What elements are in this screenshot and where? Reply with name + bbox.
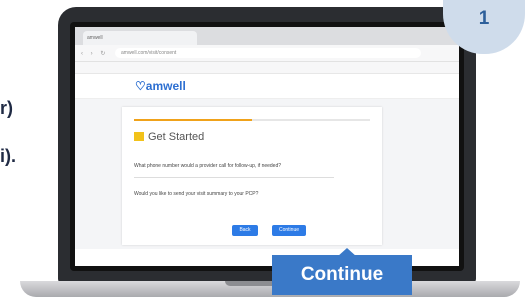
left-cut-text-2: i). <box>0 146 16 166</box>
heart-icon: ♡ <box>135 79 146 93</box>
question-summary: Would you like to send your visit summar… <box>134 191 259 197</box>
step-progress-fill <box>134 119 252 121</box>
phone-field[interactable] <box>134 171 334 178</box>
form-card: Get Started What phone number would a pr… <box>122 107 382 245</box>
site-logo: ♡amwell <box>135 79 186 93</box>
logo-text: amwell <box>145 79 186 93</box>
step-progress <box>122 107 382 121</box>
card-title-text: Get Started <box>148 131 205 143</box>
back-button[interactable]: Back <box>232 225 258 236</box>
continue-button-small[interactable]: Continue <box>272 225 306 236</box>
step-number: 1 <box>478 8 490 29</box>
browser-tab[interactable]: amwell <box>83 31 197 45</box>
continue-callout: Continue <box>272 255 412 295</box>
laptop-screen: amwell ‹ › ↻ amwell.com/visit/consent ♡a… <box>75 27 459 266</box>
folder-icon <box>134 132 144 141</box>
browser-tab-strip: amwell <box>75 27 459 45</box>
left-cut-text-1: r) <box>0 98 13 118</box>
main-content: Get Started What phone number would a pr… <box>75 99 459 249</box>
card-title: Get Started <box>134 131 204 143</box>
url-input[interactable]: amwell.com/visit/consent <box>115 48 421 58</box>
browser-address-bar: ‹ › ↻ amwell.com/visit/consent <box>75 45 459 62</box>
site-header: ♡amwell <box>75 74 459 99</box>
question-phone: What phone number would a provider call … <box>134 163 282 169</box>
bookmarks-bar <box>75 62 459 74</box>
browser-nav-icons[interactable]: ‹ › ↻ <box>81 50 108 57</box>
